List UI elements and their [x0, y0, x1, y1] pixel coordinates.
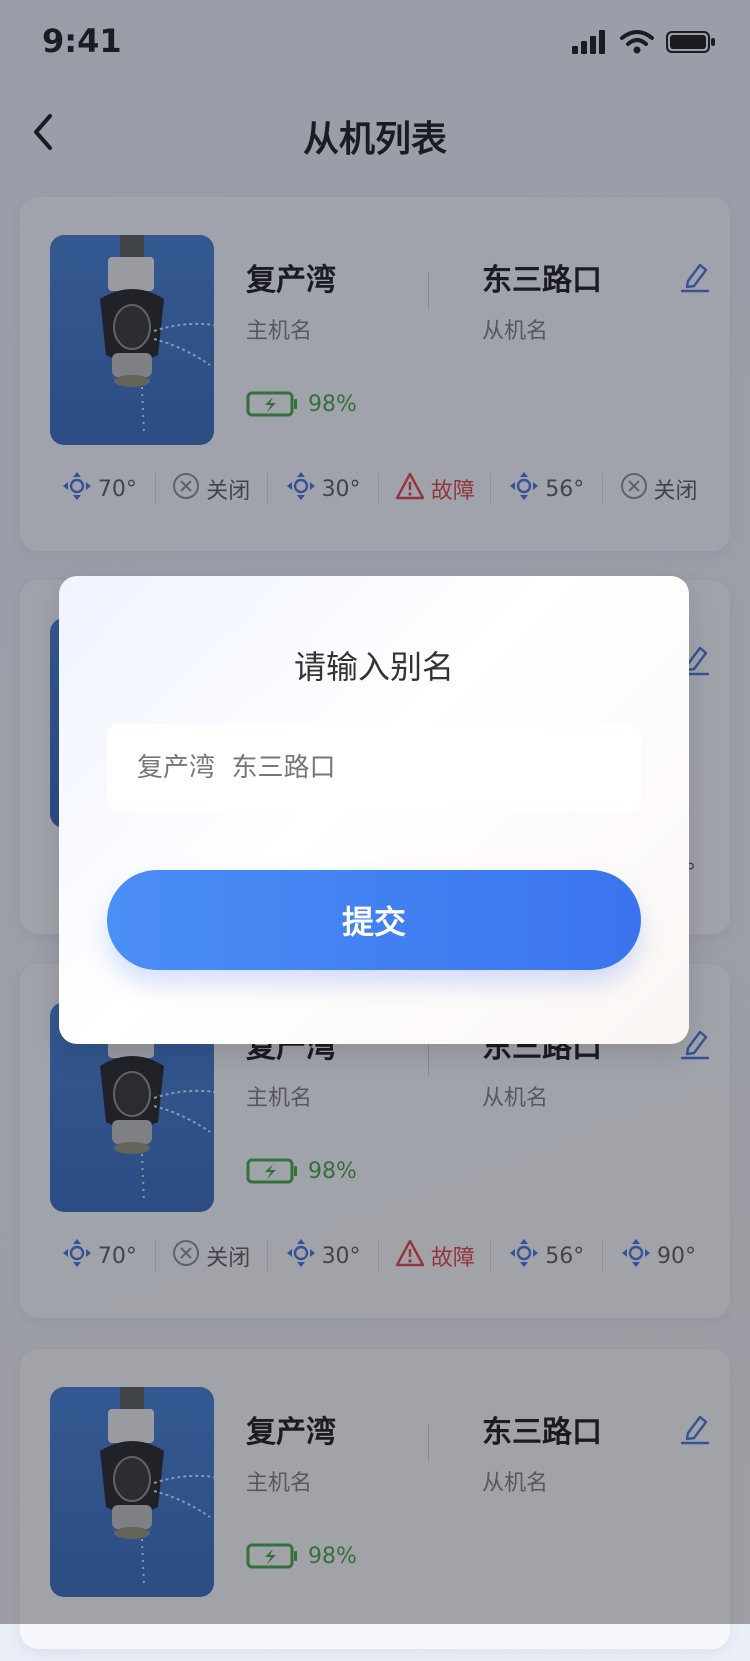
alias-input[interactable]: [107, 724, 641, 812]
submit-button[interactable]: 提交: [107, 870, 641, 970]
stats-row: [44, 1621, 714, 1661]
modal-title: 请输入别名: [293, 648, 454, 686]
alias-modal: 请输入别名 提交: [59, 576, 689, 1044]
